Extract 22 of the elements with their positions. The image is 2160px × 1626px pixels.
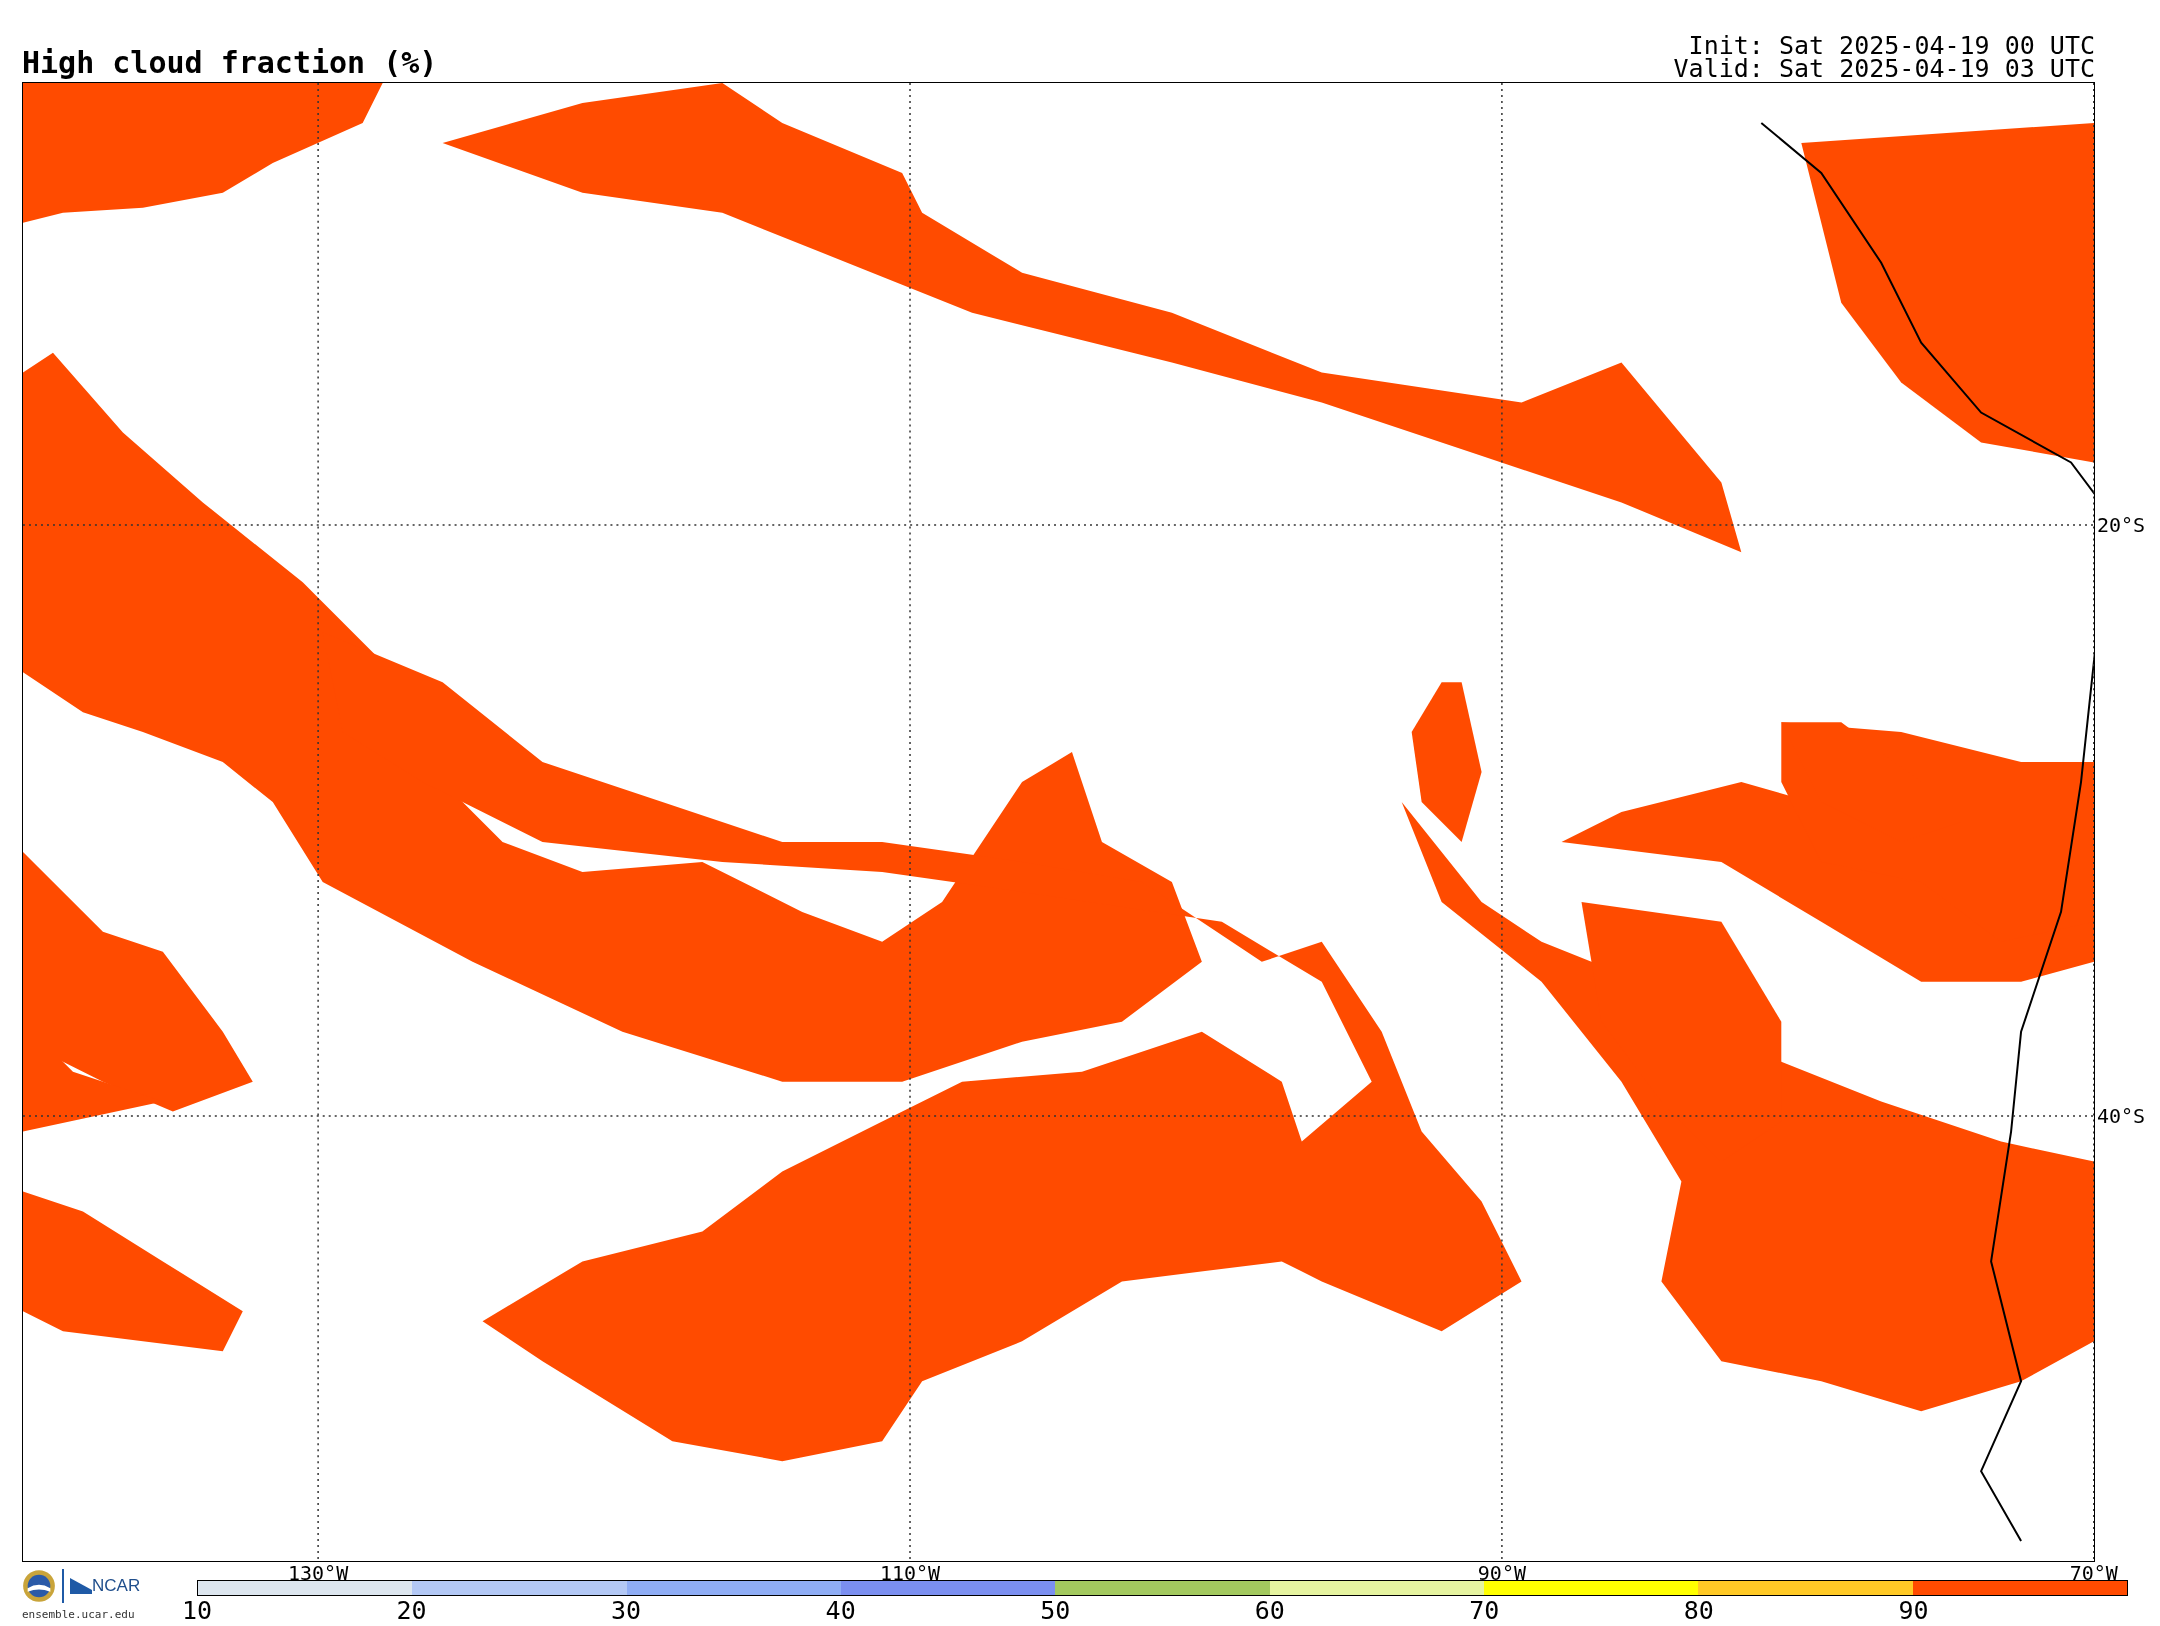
longitude-label: 90°W xyxy=(1477,1561,1526,1583)
longitude-label: 110°W xyxy=(879,1561,941,1583)
latitude-label: 20°S xyxy=(2096,512,2146,537)
logo-wordmark: NCAR xyxy=(92,1576,141,1596)
latitude-label: 40°S xyxy=(2096,1104,2146,1129)
colorbar-tick-label: 50 xyxy=(1040,1598,1071,1623)
colorbar-tick-label: 40 xyxy=(825,1598,856,1623)
init-time: Init: Sat 2025-04-19 00 UTC xyxy=(1688,34,2095,57)
seal-icon xyxy=(22,1569,56,1603)
chart-title: High cloud fraction (%) xyxy=(22,48,438,82)
colorbar-tick-label: 90 xyxy=(1898,1598,1929,1623)
logo-mark-icon xyxy=(70,1578,92,1594)
valid-time: Valid: Sat 2025-04-19 03 UTC xyxy=(1673,57,2095,80)
longitude-label: 130°W xyxy=(288,1561,349,1583)
longitude-label: 70°W xyxy=(2069,1561,2118,1583)
colorbar-tick-label: 10 xyxy=(181,1598,213,1623)
colorbar-tick-label: 30 xyxy=(611,1598,642,1623)
colorbar-tick-label: 80 xyxy=(1683,1598,1714,1623)
website-url: ensemble.ucar.edu xyxy=(22,1608,135,1621)
colorbar-tick-label: 70 xyxy=(1469,1598,1500,1623)
colorbar-tick-label: 60 xyxy=(1254,1598,1285,1623)
colorbar-tick-label: 20 xyxy=(396,1598,427,1623)
